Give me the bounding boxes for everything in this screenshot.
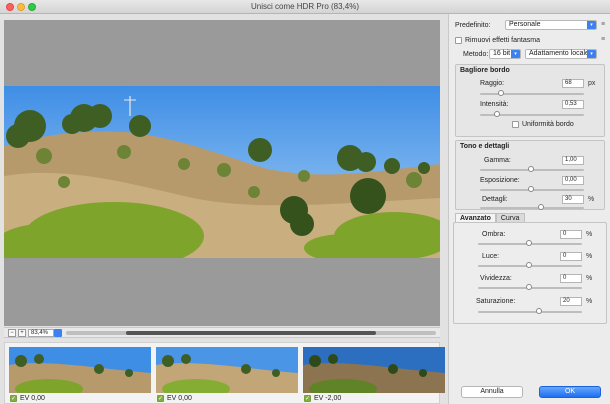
gamma-slider[interactable] [480,166,584,172]
gamma-label: Gamma: [484,157,511,164]
hdr-preview-image [4,86,440,258]
vibrance-label: Vividezza: [480,275,512,282]
slider-knob[interactable] [528,166,534,172]
radius-label: Raggio: [480,80,505,87]
scrollbar-thumb[interactable] [126,331,376,335]
strength-slider[interactable] [480,111,584,117]
source-images-strip: ✓ EV 0,00 ✓ EV 0,00 ✓ EV -2,00 [4,342,445,404]
source-thumbnail[interactable] [156,347,298,393]
highlight-field[interactable]: 0 [560,252,582,261]
tone-detail-title: Tono e dettagli [460,143,510,150]
shadow-field[interactable]: 0 [560,230,582,239]
advanced-group: Ombra: 0 % Luce: 0 % Vividezza: 0 % Satu… [453,222,607,324]
remove-ghosts-checkbox[interactable] [455,37,462,44]
slider-knob[interactable] [494,111,500,117]
slider-knob[interactable] [538,204,544,210]
strength-label: Intensità: [480,101,509,108]
horizontal-scrollbar[interactable] [66,331,436,335]
slider-knob[interactable] [526,284,532,290]
bit-depth-value: 16 bit [493,50,511,57]
preset-label: Predefinito: [455,22,491,29]
ev-row: ✓ EV 0,00 [10,394,45,403]
gamma-field[interactable]: 1,00 [562,156,584,165]
saturation-unit: % [586,298,593,305]
zoom-level-field[interactable]: 83,4% [28,329,54,337]
include-image-checkbox[interactable]: ✓ [304,395,311,402]
zoom-bar: − + 83,4% [4,327,440,338]
method-value: Adattamento locale [529,50,589,57]
slider-knob[interactable] [536,308,542,314]
bit-depth-select[interactable]: 16 bit ▾ [489,49,521,59]
include-image-checkbox[interactable]: ✓ [10,395,17,402]
ev-row: ✓ EV -2,00 [304,394,341,403]
saturation-field[interactable]: 20 [560,297,582,306]
ev-row: ✓ EV 0,00 [157,394,192,403]
vibrance-slider[interactable] [478,284,582,290]
exposure-label: Esposizione: [480,177,520,184]
source-thumbnail[interactable] [303,347,445,393]
vibrance-unit: % [586,275,593,282]
tone-detail-group: Tono e dettagli Gamma: 1,00 Esposizione:… [455,140,605,210]
chevron-down-icon: ▾ [587,21,596,29]
ok-button[interactable]: OK [539,386,601,398]
slider-knob[interactable] [526,262,532,268]
zoom-out-button[interactable]: − [8,329,16,337]
settings-panel: Predefinito: Personale ▾ ≡ Rimuovi effet… [448,14,610,404]
radius-slider[interactable] [480,90,584,96]
highlight-slider[interactable] [478,262,582,268]
shadow-slider[interactable] [478,240,582,246]
method-select[interactable]: Adattamento locale ▾ [525,49,597,59]
ev-label: EV -2,00 [314,395,342,402]
zoom-in-button[interactable]: + [18,329,26,337]
saturation-slider[interactable] [478,308,582,314]
preset-select[interactable]: Personale ▾ [505,20,597,30]
exposure-slider[interactable] [480,186,584,192]
shadow-label: Ombra: [482,231,506,238]
preview-pane: − + 83,4% ✓ EV 0,00 ✓ EV 0,00 ✓ EV -2,00 [0,14,448,404]
detail-label: Dettagli: [482,196,508,203]
highlight-unit: % [586,253,593,260]
source-thumbnail[interactable] [9,347,151,393]
preview-canvas[interactable] [4,20,440,326]
shadow-unit: % [586,231,593,238]
smooth-edges-checkbox[interactable] [512,121,519,128]
strength-field[interactable]: 0,53 [562,100,584,109]
title-bar: Unisci come HDR Pro (83,4%) [0,0,610,14]
slider-knob[interactable] [526,240,532,246]
slider-knob[interactable] [498,90,504,96]
smooth-edges-label: Uniformità bordo [522,121,574,128]
remove-ghosts-label: Rimuovi effetti fantasma [465,37,540,44]
zoom-dropdown-button[interactable] [54,329,62,337]
chevron-down-icon: ▾ [587,50,596,58]
ev-label: EV 0,00 [167,395,192,402]
vibrance-field[interactable]: 0 [560,274,582,283]
radius-field[interactable]: 68 [562,79,584,88]
radius-unit: px [588,80,596,87]
method-label: Metodo: [463,51,489,58]
window-title: Unisci come HDR Pro (83,4%) [250,2,360,11]
exposure-field[interactable]: 0,00 [562,176,584,185]
preset-menu-icon[interactable]: ≡ [601,21,605,28]
preset-value: Personale [509,21,541,28]
slider-knob[interactable] [528,186,534,192]
saturation-label: Saturazione: [476,298,516,305]
ghost-options-icon[interactable]: ≡ [601,36,605,43]
include-image-checkbox[interactable]: ✓ [157,395,164,402]
edge-glow-group: Bagliore bordo Raggio: 68 px Intensità: … [455,64,605,137]
detail-slider[interactable] [480,204,584,210]
highlight-label: Luce: [482,253,500,260]
edge-glow-title: Bagliore bordo [460,67,510,74]
chevron-down-icon: ▾ [511,50,520,58]
cancel-button[interactable]: Annulla [461,386,523,398]
detail-unit: % [588,196,595,203]
ev-label: EV 0,00 [20,395,45,402]
detail-field[interactable]: 30 [562,195,584,204]
